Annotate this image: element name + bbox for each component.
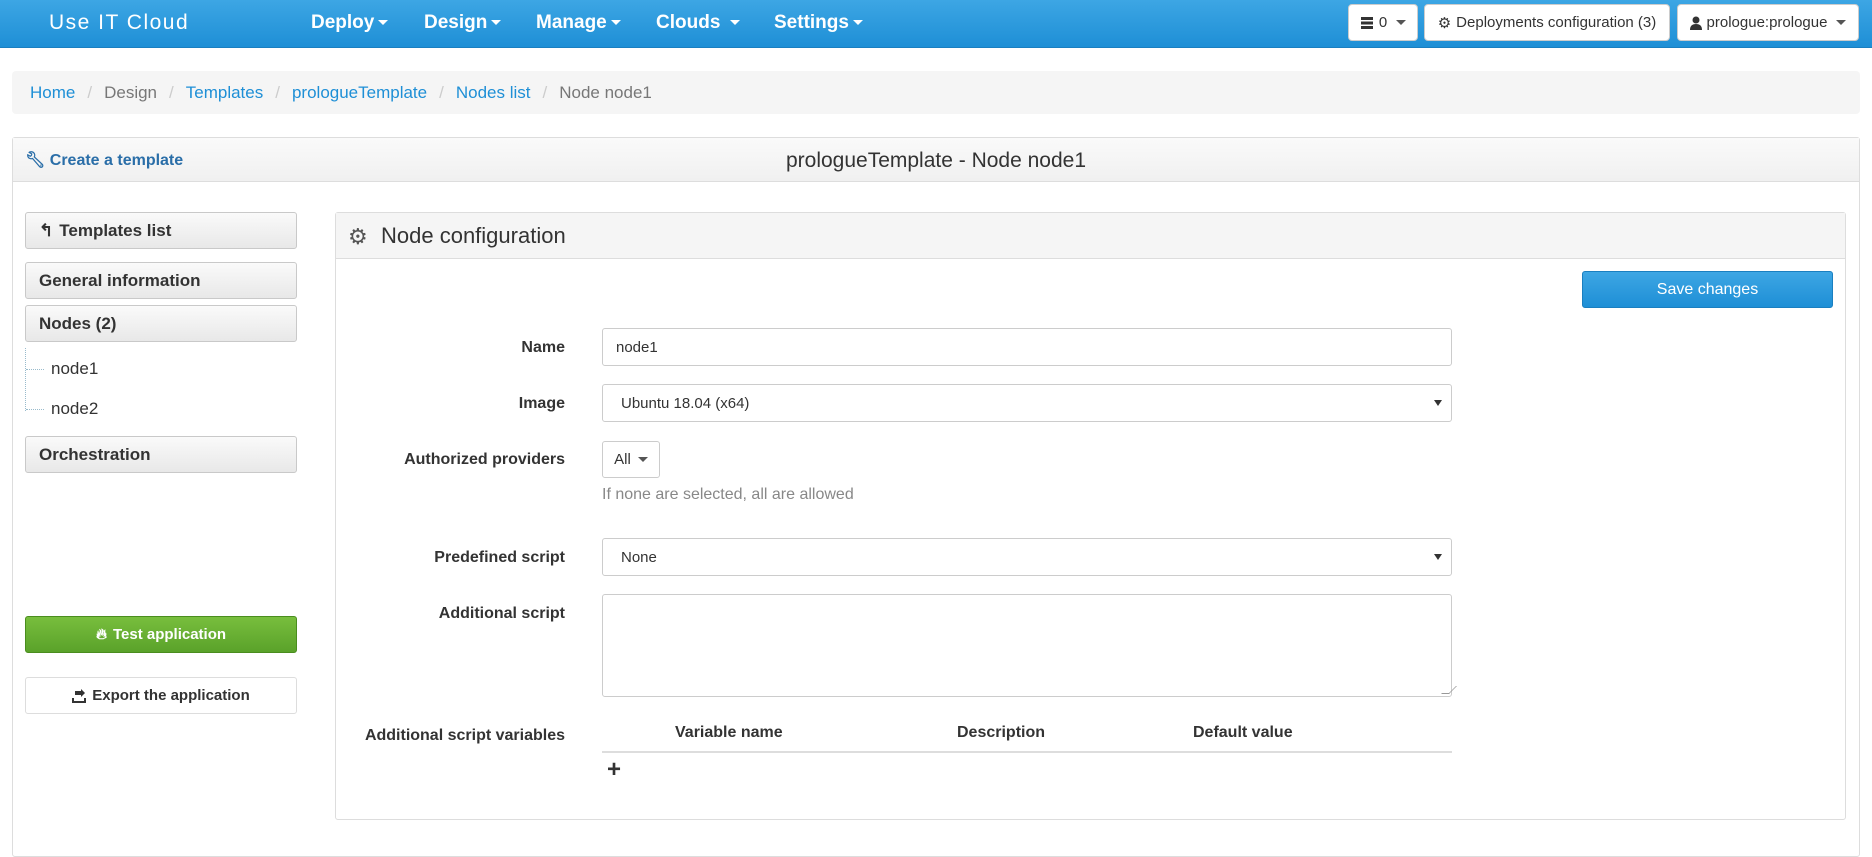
dropdown-arrow-icon bbox=[1434, 554, 1442, 560]
breadcrumb-separator: / bbox=[275, 82, 280, 102]
additional-script-label: Additional script bbox=[438, 605, 565, 622]
nav-clouds-label: Clouds bbox=[656, 12, 721, 33]
top-navbar: Use IT Cloud Deploy Design Manage Clouds… bbox=[0, 0, 1872, 48]
description-column-header: Description bbox=[957, 724, 1046, 741]
nav-manage-label: Manage bbox=[536, 12, 607, 33]
nav-manage-menu[interactable]: Manage bbox=[536, 12, 621, 34]
authorized-providers-label: Authorized providers bbox=[404, 451, 565, 468]
orchestration-label: Orchestration bbox=[39, 444, 151, 464]
servers-counter-button[interactable]: 0 bbox=[1348, 4, 1418, 41]
user-menu-label: prologue:prologue bbox=[1706, 14, 1828, 31]
deployments-configuration-label: Deployments configuration (3) bbox=[1456, 14, 1657, 31]
deployments-configuration-button[interactable]: ⚙ Deployments configuration (3) bbox=[1424, 4, 1670, 41]
dropdown-arrow-icon bbox=[1434, 400, 1442, 406]
predefined-script-value: None bbox=[621, 548, 657, 566]
chevron-down-icon bbox=[852, 20, 863, 26]
add-variable-button[interactable]: + bbox=[607, 756, 621, 784]
reply-arrow-icon: ↰ bbox=[39, 220, 54, 240]
predefined-script-select[interactable]: None bbox=[602, 538, 1452, 576]
templates-list-button[interactable]: ↰ Templates list bbox=[25, 212, 297, 249]
gear-icon: ⚙ bbox=[348, 224, 368, 249]
nav-design-label: Design bbox=[424, 12, 488, 33]
sidebar-node-item[interactable]: node1 bbox=[51, 359, 98, 379]
nodes-button[interactable]: Nodes (2) bbox=[25, 305, 297, 342]
tree-connector bbox=[26, 369, 44, 370]
additional-script-variables-label: Additional script variables bbox=[364, 727, 565, 744]
additional-script-textarea[interactable] bbox=[602, 594, 1457, 697]
authorized-providers-dropdown[interactable]: All bbox=[602, 441, 660, 478]
image-label: Image bbox=[518, 395, 565, 412]
breadcrumb-separator: / bbox=[542, 82, 548, 102]
authorized-providers-value: All bbox=[614, 451, 631, 468]
name-input[interactable]: node1 bbox=[602, 328, 1452, 366]
export-application-label: Export the application bbox=[92, 687, 250, 704]
image-select[interactable]: Ubuntu 18.04 (x64) bbox=[602, 384, 1452, 422]
user-icon bbox=[1689, 16, 1702, 30]
page-title: prologueTemplate - Node node1 bbox=[785, 149, 1087, 172]
authorized-providers-help: If none are selected, all are allowed bbox=[602, 486, 854, 503]
breadcrumb-current: Node node1 bbox=[559, 82, 652, 102]
plus-icon: + bbox=[607, 756, 622, 783]
tree-connector bbox=[25, 348, 26, 411]
save-changes-button[interactable]: Save changes bbox=[1582, 271, 1833, 308]
chevron-down-icon bbox=[1396, 20, 1407, 25]
breadcrumb-home-link[interactable]: Home bbox=[30, 83, 75, 103]
servers-counter-label: 0 bbox=[1378, 14, 1388, 31]
tree-connector bbox=[26, 409, 44, 410]
export-icon bbox=[72, 688, 87, 703]
test-application-button[interactable]: 🔥︎ Test application bbox=[25, 616, 297, 653]
panel-header: 🔧︎ Create a template prologueTemplate - … bbox=[13, 138, 1859, 182]
breadcrumb-templates-link[interactable]: Templates bbox=[186, 83, 263, 103]
breadcrumb: Home / Design / Templates / prologueTemp… bbox=[12, 71, 1860, 114]
nav-deploy-menu[interactable]: Deploy bbox=[311, 12, 389, 34]
test-application-label: Test application bbox=[112, 626, 227, 643]
chevron-down-icon bbox=[729, 20, 740, 26]
default-value-column-header: Default value bbox=[1193, 724, 1293, 741]
export-application-button[interactable]: Export the application bbox=[25, 677, 297, 714]
chevron-down-icon bbox=[637, 457, 648, 462]
orchestration-button[interactable]: Orchestration bbox=[25, 436, 297, 473]
node-configuration-header: ⚙ Node configuration bbox=[336, 213, 1845, 259]
name-label: Name bbox=[521, 339, 565, 356]
predefined-script-label: Predefined script bbox=[434, 549, 565, 566]
chevron-down-icon bbox=[491, 20, 502, 26]
fire-icon: 🔥︎ bbox=[95, 626, 107, 643]
nav-clouds-menu[interactable]: Clouds bbox=[656, 12, 740, 34]
breadcrumb-separator: / bbox=[169, 82, 174, 102]
general-information-button[interactable]: General information bbox=[25, 262, 297, 299]
server-icon bbox=[1360, 16, 1373, 29]
nav-design-menu[interactable]: Design bbox=[424, 12, 502, 34]
nav-settings-label: Settings bbox=[774, 12, 849, 33]
variable-name-column-header: Variable name bbox=[675, 724, 783, 741]
breadcrumb-separator: / bbox=[87, 82, 93, 102]
brand-logo[interactable]: Use IT Cloud bbox=[49, 11, 189, 35]
nodes-label: Nodes (2) bbox=[39, 313, 117, 333]
node-configuration-title: Node configuration bbox=[381, 223, 566, 248]
breadcrumb-separator: / bbox=[439, 82, 444, 102]
breadcrumb-nodes-list-link[interactable]: Nodes list bbox=[456, 83, 531, 103]
general-information-label: General information bbox=[39, 270, 201, 290]
nav-settings-menu[interactable]: Settings bbox=[774, 12, 863, 34]
sidebar-node-item[interactable]: node2 bbox=[51, 399, 98, 419]
chevron-down-icon bbox=[378, 20, 389, 26]
chevron-down-icon bbox=[610, 20, 621, 26]
table-header-divider bbox=[602, 751, 1452, 753]
breadcrumb-template-link[interactable]: prologueTemplate bbox=[292, 83, 427, 103]
chevron-down-icon bbox=[1836, 20, 1847, 25]
gear-icon: ⚙ bbox=[1437, 14, 1452, 32]
image-select-value: Ubuntu 18.04 (x64) bbox=[621, 394, 750, 412]
user-menu-button[interactable]: prologue:prologue bbox=[1677, 4, 1859, 41]
breadcrumb-design: Design bbox=[104, 82, 158, 102]
templates-list-label: Templates list bbox=[59, 220, 172, 240]
nav-deploy-label: Deploy bbox=[311, 12, 375, 33]
